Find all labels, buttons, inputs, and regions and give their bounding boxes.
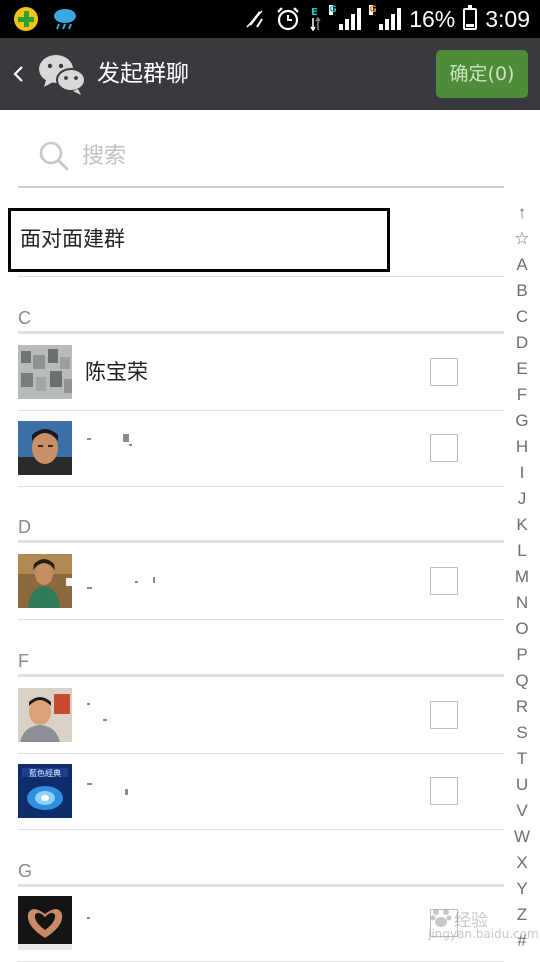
- section-header-g: G: [18, 856, 504, 887]
- redacted-name: [85, 563, 185, 599]
- contact-row[interactable]: [18, 885, 504, 962]
- face-to-face-group-item[interactable]: 面对面建群: [8, 208, 390, 272]
- index-letter[interactable]: S: [508, 720, 536, 746]
- avatar: [18, 896, 72, 950]
- section-header-c: C: [18, 303, 504, 334]
- avatar: [18, 554, 72, 608]
- index-letter[interactable]: H: [508, 434, 536, 460]
- battery-icon: [463, 5, 478, 30]
- index-letter[interactable]: V: [508, 798, 536, 824]
- search-input[interactable]: [82, 136, 482, 176]
- contact-row[interactable]: [18, 543, 504, 620]
- section-letter: C: [18, 308, 31, 328]
- select-checkbox[interactable]: [430, 567, 458, 595]
- select-checkbox[interactable]: [430, 701, 458, 729]
- section-header-d: D: [18, 512, 504, 543]
- data-arrows-icon: E: [310, 7, 321, 32]
- svg-text:藍色經典: 藍色經典: [29, 768, 61, 778]
- search-bar: [18, 126, 504, 188]
- signal-icon: G: [369, 5, 402, 30]
- app-notification-icon: [14, 7, 38, 31]
- index-letter[interactable]: C: [508, 304, 536, 330]
- index-letter[interactable]: Q: [508, 668, 536, 694]
- contact-row[interactable]: 藍色經典: [18, 753, 504, 830]
- confirm-button[interactable]: 确定(0): [436, 50, 528, 98]
- section-letter: G: [18, 861, 33, 881]
- select-checkbox[interactable]: [430, 358, 458, 386]
- index-letter[interactable]: K: [508, 512, 536, 538]
- index-letter[interactable]: I: [508, 460, 536, 486]
- contact-row[interactable]: [18, 410, 504, 487]
- index-letter[interactable]: L: [508, 538, 536, 564]
- contact-name: 陈宝荣: [85, 360, 148, 384]
- wechat-logo-icon: [39, 55, 86, 95]
- avatar: [18, 421, 72, 475]
- status-right: E G G 16% 3:09: [243, 0, 530, 38]
- chevron-left-icon[interactable]: [10, 60, 28, 88]
- select-checkbox[interactable]: [430, 777, 458, 805]
- index-letter[interactable]: B: [508, 278, 536, 304]
- search-icon: [39, 141, 69, 171]
- contact-row[interactable]: [18, 677, 504, 754]
- vibrate-off-icon: [246, 10, 264, 28]
- redacted-name: [85, 773, 185, 809]
- index-letter[interactable]: T: [508, 746, 536, 772]
- index-letter[interactable]: E: [508, 356, 536, 382]
- section-letter: D: [18, 517, 31, 537]
- battery-percent: 16%: [409, 5, 456, 32]
- redacted-name: [85, 430, 185, 466]
- avatar: 藍色經典: [18, 764, 72, 818]
- svg-text:E: E: [311, 7, 318, 18]
- index-letter[interactable]: O: [508, 616, 536, 642]
- index-letter[interactable]: N: [508, 590, 536, 616]
- index-letter[interactable]: F: [508, 382, 536, 408]
- select-checkbox[interactable]: [430, 434, 458, 462]
- avatar: [18, 345, 72, 399]
- status-left: [14, 7, 78, 31]
- battery-level: [466, 24, 475, 27]
- index-letter[interactable]: ☆: [508, 226, 536, 252]
- page-title: 发起群聊: [97, 61, 189, 87]
- index-letter[interactable]: P: [508, 642, 536, 668]
- alphabet-index-bar[interactable]: ↑ ☆ A B C D E F G H I J K L M N O P Q R S T U V W X Y Z #: [508, 200, 536, 954]
- index-letter[interactable]: Y: [508, 876, 536, 902]
- redacted-name: [85, 697, 185, 733]
- clock: 3:09: [485, 5, 530, 32]
- select-checkbox[interactable]: [430, 909, 458, 937]
- index-letter[interactable]: J: [508, 486, 536, 512]
- title-bar: 发起群聊 确定(0): [0, 38, 540, 110]
- contact-row[interactable]: 陈宝荣: [18, 334, 504, 411]
- avatar: [18, 688, 72, 742]
- index-letter[interactable]: R: [508, 694, 536, 720]
- index-letter[interactable]: X: [508, 850, 536, 876]
- index-letter[interactable]: ↑: [508, 200, 536, 226]
- index-letter[interactable]: W: [508, 824, 536, 850]
- signal-icon: G: [329, 5, 362, 30]
- weather-icon: [54, 9, 76, 30]
- index-letter[interactable]: D: [508, 330, 536, 356]
- status-bar: E G G 16% 3:09: [0, 0, 540, 38]
- alarm-icon: [277, 7, 299, 31]
- divider: [18, 276, 504, 277]
- face-to-face-label: 面对面建群: [20, 227, 125, 251]
- index-letter[interactable]: U: [508, 772, 536, 798]
- section-header-f: F: [18, 646, 504, 677]
- index-letter[interactable]: #: [508, 928, 536, 954]
- index-letter[interactable]: G: [508, 408, 536, 434]
- section-letter: F: [18, 651, 29, 671]
- redacted-name: [85, 905, 185, 941]
- index-letter[interactable]: A: [508, 252, 536, 278]
- index-letter[interactable]: Z: [508, 902, 536, 928]
- index-letter[interactable]: M: [508, 564, 536, 590]
